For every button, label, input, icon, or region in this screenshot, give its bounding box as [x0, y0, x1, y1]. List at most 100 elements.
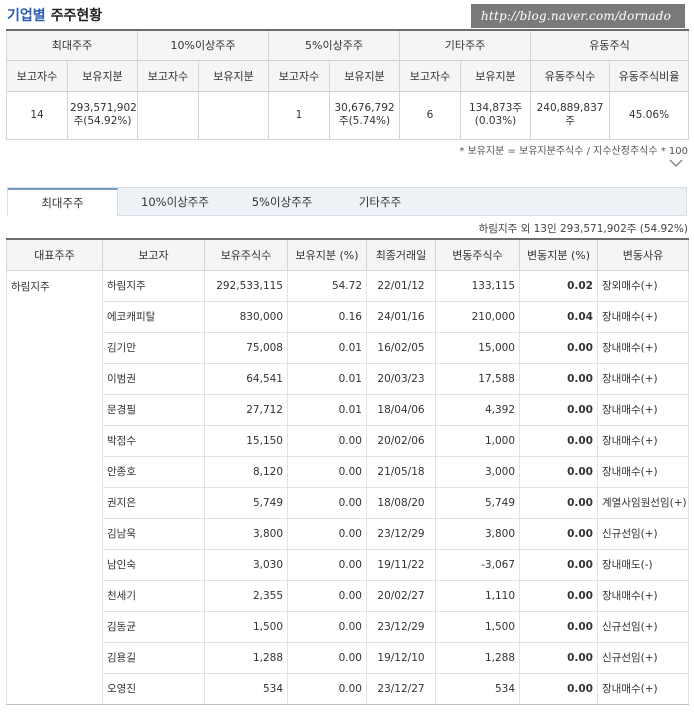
summary-value: 30,676,792주(5.74%): [329, 90, 401, 140]
detail-header-row: 대표주주 보고자 보유주식수 보유지분 (%) 최종거래일 변동주식수 변동지분…: [6, 238, 689, 271]
change-reason-cell: 신규선임(+): [597, 610, 689, 643]
changed-stake-cell: 0.00: [519, 424, 598, 457]
table-row: 김용길 1,288 0.00 19/12/10 1,288 0.00 신규선임(+): [6, 641, 689, 674]
changed-shares-cell: 4,392: [435, 393, 520, 426]
changed-shares-cell: 3,800: [435, 517, 520, 550]
tab-over-5-percent[interactable]: 5%이상주주: [232, 188, 332, 217]
changed-stake-cell: 0.00: [519, 393, 598, 426]
last-trade-date-cell: 20/03/23: [366, 362, 436, 395]
last-trade-date-cell: 20/02/06: [366, 424, 436, 457]
stake-percent-cell: 0.00: [287, 486, 367, 519]
changed-shares-cell: 15,000: [435, 331, 520, 364]
summary-value: [137, 90, 200, 140]
shareholder-tabs: 최대주주 10%이상주주 5%이상주주 기타주주: [7, 187, 687, 217]
shares-held-cell: 3,030: [204, 548, 288, 581]
stake-percent-cell: 0.00: [287, 641, 367, 674]
chevron-down-icon[interactable]: [669, 156, 683, 170]
representative-cell: [6, 394, 103, 425]
last-trade-date-cell: 18/08/20: [366, 486, 436, 519]
summary-subheader: 유동주식비율: [609, 59, 690, 92]
column-header: 변동주식수: [435, 238, 520, 271]
change-reason-cell: 장내매도(-): [597, 548, 689, 581]
tab-largest-shareholder[interactable]: 최대주주: [8, 188, 118, 217]
shares-held-cell: 27,712: [204, 393, 288, 426]
shares-held-cell: 75,008: [204, 331, 288, 364]
table-row: 이범권 64,541 0.01 20/03/23 17,588 0.00 장내매수(+): [6, 362, 689, 395]
changed-stake-cell: 0.00: [519, 455, 598, 488]
last-trade-date-cell: 21/05/18: [366, 455, 436, 488]
shareholder-detail-table: 대표주주 보고자 보유주식수 보유지분 (%) 최종거래일 변동주식수 변동지분…: [6, 238, 689, 705]
changed-shares-cell: 534: [435, 672, 520, 705]
shares-held-cell: 1,500: [204, 610, 288, 643]
table-row: 에코캐피탈 830,000 0.16 24/01/16 210,000 0.04 장내매수(…: [6, 300, 689, 333]
summary-value: 240,889,837주: [530, 90, 611, 140]
representative-cell: [6, 301, 103, 332]
change-reason-cell: 계열사임원선임(+): [597, 486, 689, 519]
representative-cell: [6, 518, 103, 549]
stake-percent-cell: 54.72: [287, 269, 367, 302]
changed-shares-cell: 133,115: [435, 269, 520, 302]
changed-shares-cell: 1,000: [435, 424, 520, 457]
column-header: 보유지분 (%): [287, 238, 367, 271]
last-trade-date-cell: 18/04/06: [366, 393, 436, 426]
change-reason-cell: 장내매수(+): [597, 300, 689, 333]
last-trade-date-cell: 22/01/12: [366, 269, 436, 302]
column-header: 보유주식수: [204, 238, 288, 271]
changed-stake-cell: 0.00: [519, 362, 598, 395]
representative-cell: [6, 456, 103, 487]
representative-cell: [6, 363, 103, 394]
last-trade-date-cell: 23/12/29: [366, 517, 436, 550]
summary-value: 1: [268, 90, 331, 140]
reporter-cell: 하림지주: [102, 269, 205, 302]
shares-held-cell: 3,800: [204, 517, 288, 550]
change-reason-cell: 장내매수(+): [597, 393, 689, 426]
holder-summary-text: 하림지주 외 13인 293,571,902주 (54.92%): [478, 223, 688, 235]
table-row: 김기만 75,008 0.01 16/02/05 15,000 0.00 장내매수(+): [6, 331, 689, 364]
reporter-cell: 문경필: [102, 393, 205, 426]
column-header: 최종거래일: [366, 238, 436, 271]
change-reason-cell: 장내매수(+): [597, 672, 689, 705]
table-row: 김남욱 3,800 0.00 23/12/29 3,800 0.00 신규선임(+): [6, 517, 689, 550]
title-bar: 기업별 주주현황 http://blog.naver.com/dornado: [0, 0, 694, 28]
representative-cell: [6, 580, 103, 611]
summary-table: 최대주주 10%이상주주 5%이상주주 기타주주 유동주식 보고자수 보유지분 …: [5, 29, 690, 140]
representative-cell: [6, 549, 103, 580]
changed-stake-cell: 0.00: [519, 610, 598, 643]
shares-held-cell: 830,000: [204, 300, 288, 333]
table-row: 남인숙 3,030 0.00 19/11/22 -3,067 0.00 장내매도(-): [6, 548, 689, 581]
stake-percent-cell: 0.00: [287, 517, 367, 550]
stake-percent-cell: 0.16: [287, 300, 367, 333]
page-title-rest: 주주현황: [50, 8, 103, 24]
table-row: 오영진 534 0.00 23/12/27 534 0.00 장내매수(+): [6, 672, 689, 705]
summary-subheader: 보유지분: [198, 59, 270, 92]
stake-percent-cell: 0.01: [287, 362, 367, 395]
stake-percent-cell: 0.00: [287, 455, 367, 488]
last-trade-date-cell: 23/12/27: [366, 672, 436, 705]
summary-subheader: 유동주식수: [530, 59, 611, 92]
stake-percent-cell: 0.01: [287, 393, 367, 426]
shares-held-cell: 15,150: [204, 424, 288, 457]
changed-stake-cell: 0.00: [519, 486, 598, 519]
tab-over-10-percent[interactable]: 10%이상주주: [118, 188, 232, 217]
change-reason-cell: 장내매수(+): [597, 424, 689, 457]
last-trade-date-cell: 19/11/22: [366, 548, 436, 581]
stake-percent-cell: 0.00: [287, 672, 367, 705]
table-row: 문경필 27,712 0.01 18/04/06 4,392 0.00 장내매수(+): [6, 393, 689, 426]
summary-value: 293,571,902주(54.92%): [66, 90, 139, 140]
last-trade-date-cell: 23/12/29: [366, 610, 436, 643]
changed-stake-cell: 0.02: [519, 269, 598, 302]
last-trade-date-cell: 16/02/05: [366, 331, 436, 364]
change-reason-cell: 장내매수(+): [597, 455, 689, 488]
change-reason-cell: 장외매수(+): [597, 269, 689, 302]
reporter-cell: 김용길: [102, 641, 205, 674]
stake-percent-cell: 0.00: [287, 424, 367, 457]
tab-other-shareholders[interactable]: 기타주주: [332, 188, 428, 217]
reporter-cell: 천세기: [102, 579, 205, 612]
summary-group: 5%이상주주: [268, 29, 401, 61]
summary-value: 134,873주(0.03%): [460, 90, 532, 140]
changed-stake-cell: 0.00: [519, 579, 598, 612]
table-row: 하림지주 하림지주 292,533,115 54.72 22/01/12 133,115 0…: [6, 269, 689, 302]
change-reason-cell: 장내매수(+): [597, 579, 689, 612]
summary-values-row: 14 293,571,902주(54.92%) 1 30,676,792주(5.…: [6, 90, 690, 140]
shares-held-cell: 292,533,115: [204, 269, 288, 302]
